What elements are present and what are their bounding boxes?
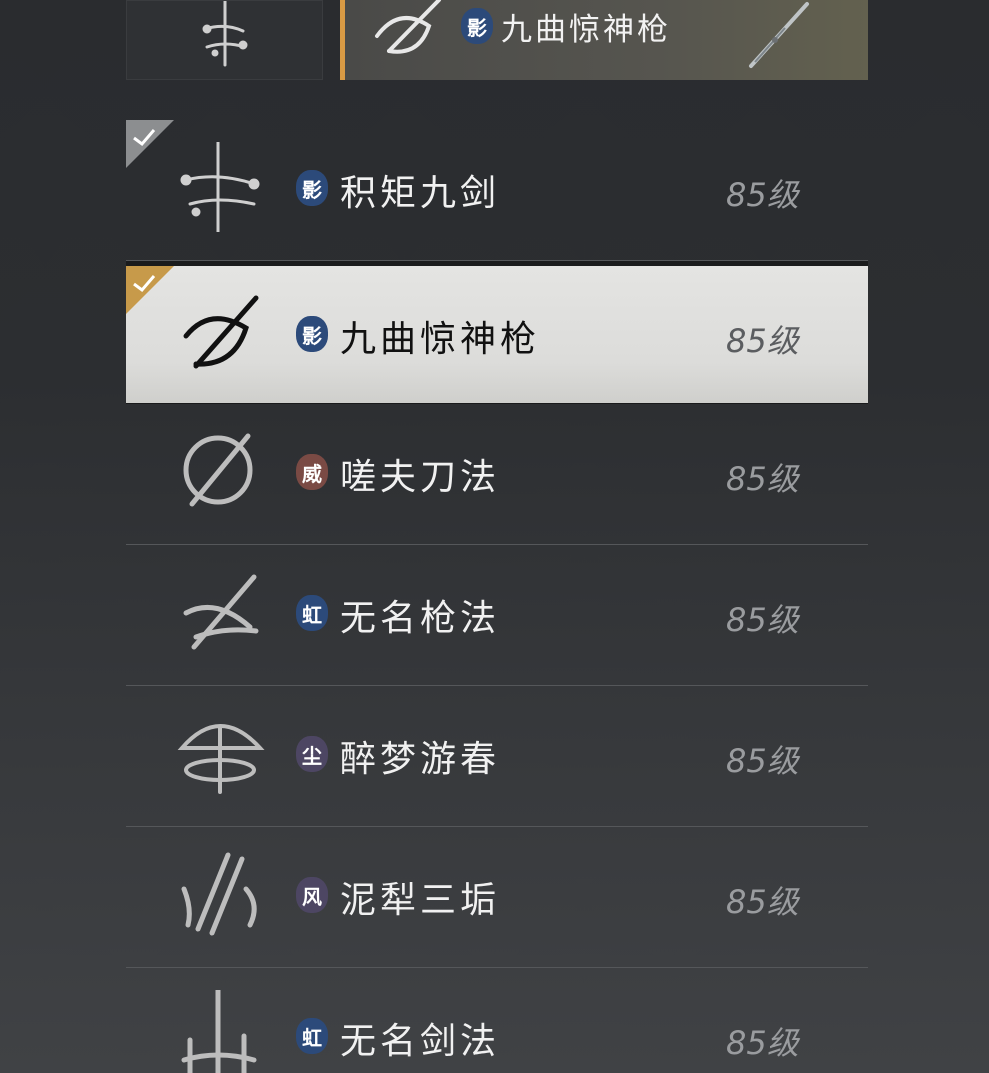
umbrella-swirl-icon [177, 724, 265, 794]
badge-chen: 尘 [296, 736, 328, 772]
badge-feng: 风 [296, 877, 328, 913]
skill-level: 85级 [726, 322, 799, 360]
badge-hong: 虹 [296, 595, 328, 631]
spear-weapon-icon [749, 2, 809, 68]
equipped-check-icon [126, 120, 174, 168]
skill-name: 嗟夫刀法 [340, 457, 501, 498]
skill-level: 85级 [726, 883, 799, 921]
triple-blade-flame-icon [181, 852, 257, 936]
sword-pillar-icon [181, 990, 257, 1073]
skill-name: 积矩九剑 [340, 173, 501, 214]
badge-ying: 影 [296, 316, 328, 352]
skill-row-jiefu-daofa[interactable]: 威 嗟夫刀法 85级 [126, 404, 868, 545]
spear-slash-icon [183, 574, 259, 650]
skill-level: 85级 [726, 1024, 799, 1062]
equipped-slot-2-selected[interactable]: 影 九曲惊神枪 [340, 0, 868, 80]
skill-name: 醉梦游春 [340, 739, 501, 780]
skill-row-wuming-jianfa[interactable]: 虹 无名剑法 85级 [126, 968, 868, 1073]
equipped-bar: 影 九曲惊神枪 [126, 0, 868, 80]
spear-swirl-icon [183, 295, 259, 369]
skill-level: 85级 [726, 742, 799, 780]
skill-list: 影 积矩九剑 85级 影 九曲惊神枪 85级 威 嗟夫刀法 85级 虹 无名枪法… [126, 120, 868, 1073]
skill-name: 无名枪法 [340, 598, 501, 639]
skill-row-wuming-qiangfa[interactable]: 虹 无名枪法 85级 [126, 545, 868, 686]
badge-ying: 影 [461, 8, 493, 44]
badge-wei: 威 [296, 454, 328, 490]
equipped-slot-1[interactable] [126, 0, 323, 80]
skill-row-zuimeng-youchun[interactable]: 尘 醉梦游春 85级 [126, 686, 868, 827]
skill-name: 泥犁三垢 [340, 880, 501, 921]
badge-hong: 虹 [296, 1018, 328, 1054]
skill-name: 九曲惊神枪 [340, 319, 541, 360]
badge-ying: 影 [296, 170, 328, 206]
spear-swirl-icon [375, 0, 441, 54]
equipped-check-icon [126, 266, 174, 314]
skill-name: 无名剑法 [340, 1021, 501, 1062]
skill-row-jiju-jiujian[interactable]: 影 积矩九剑 85级 [126, 120, 868, 261]
blade-circle-icon [183, 433, 253, 507]
skill-level: 85级 [726, 176, 799, 214]
sword-rune-icon [202, 1, 248, 67]
skill-level: 85级 [726, 460, 799, 498]
skill-level: 85级 [726, 601, 799, 639]
sword-rune-icon [180, 142, 260, 232]
skill-row-jiuqu-jingshenqiang[interactable]: 影 九曲惊神枪 85级 [126, 261, 868, 404]
skill-row-nili-sangou[interactable]: 风 泥犁三垢 85级 [126, 827, 868, 968]
equipped-skill-name: 九曲惊神枪 [501, 12, 671, 48]
